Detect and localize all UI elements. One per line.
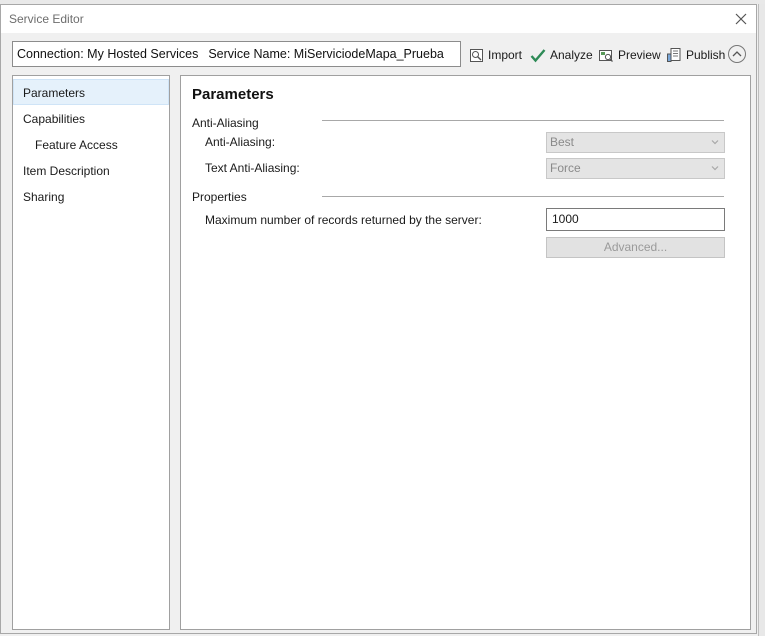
chevron-down-icon [711,140,719,145]
text-anti-aliasing-select[interactable]: Force [546,158,725,179]
anti-aliasing-select[interactable]: Best [546,132,725,153]
collapse-toolbar-button[interactable] [728,45,746,63]
nav-item-label: Sharing [23,190,65,204]
nav-item-label: Feature Access [35,138,118,152]
chevron-down-icon [711,166,719,171]
text-anti-aliasing-label: Text Anti-Aliasing: [205,161,300,175]
service-editor-window: Service Editor Connection: My Hosted Ser… [0,4,757,634]
nav-item-capabilities[interactable]: Capabilities [13,106,169,132]
analyze-label: Analyze [550,48,593,62]
close-icon [735,13,747,25]
publish-icon [667,48,681,62]
max-records-label: Maximum number of records returned by th… [205,213,482,227]
title-bar: Service Editor [1,5,756,33]
section-divider [322,196,724,197]
anti-aliasing-label: Anti-Aliasing: [205,135,276,149]
connection-field[interactable]: Connection: My Hosted Services Service N… [12,41,461,67]
nav-item-feature-access[interactable]: Feature Access [13,132,169,158]
close-button[interactable] [730,8,752,30]
page-title: Parameters [192,86,274,103]
check-icon [530,48,546,62]
window-title: Service Editor [9,12,84,26]
import-label: Import [488,48,523,62]
analyze-button[interactable]: Analyze [530,45,593,65]
section-divider [322,120,724,121]
background-app-edge [758,4,765,636]
text-anti-aliasing-value: Force [550,161,581,175]
parameters-panel: Parameters Anti-Aliasing Anti-Aliasing: … [180,75,751,630]
nav-item-label: Parameters [23,86,86,100]
service-name-label: Service Name: MiServiciodeMapa_Prueba [208,47,444,61]
import-icon [470,48,483,62]
nav-item-label: Item Description [23,164,110,178]
publish-button[interactable]: Publish [666,45,725,65]
anti-aliasing-value: Best [550,135,575,149]
max-records-input[interactable]: 1000 [546,208,725,231]
settings-nav: Parameters Capabilities Feature Access I… [12,75,170,630]
nav-item-label: Capabilities [23,112,86,126]
nav-item-parameters[interactable]: Parameters [13,79,169,105]
connection-label: Connection: My Hosted Services [17,47,199,61]
preview-button[interactable]: Preview [598,45,661,65]
nav-item-sharing[interactable]: Sharing [13,184,169,210]
advanced-button[interactable]: Advanced... [546,237,725,258]
import-button[interactable]: Import [469,45,522,65]
properties-section-label: Properties [192,190,247,204]
nav-item-item-description[interactable]: Item Description [13,158,169,184]
chevron-up-icon [732,51,742,57]
anti-aliasing-section-label: Anti-Aliasing [192,116,259,130]
preview-icon [599,49,613,62]
publish-label: Publish [686,48,726,62]
preview-label: Preview [618,48,661,62]
